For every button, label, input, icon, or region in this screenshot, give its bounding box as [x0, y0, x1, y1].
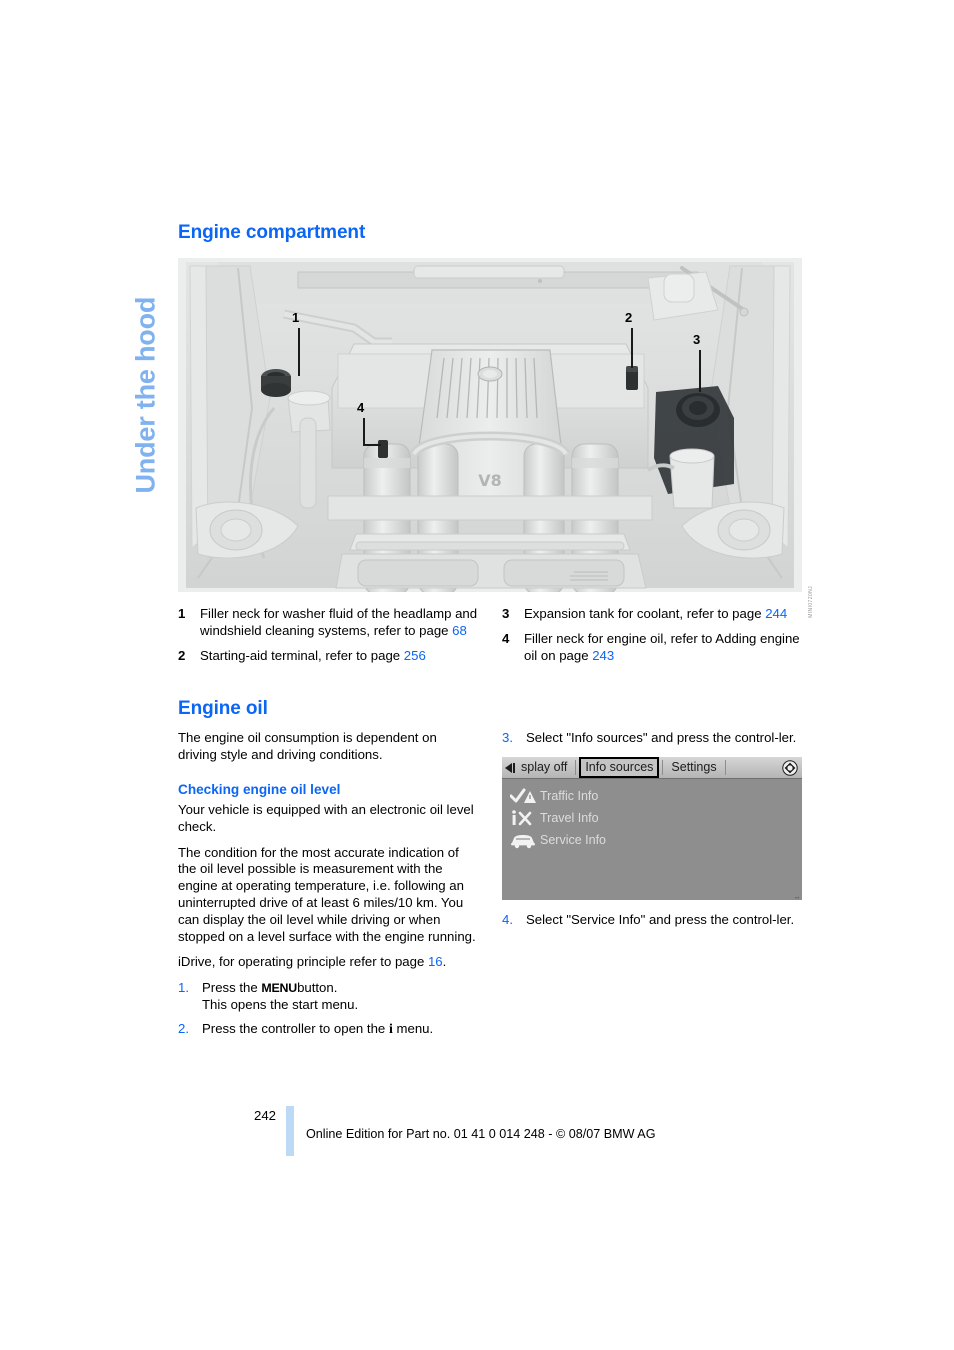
idrive-entry-label: Travel Info	[540, 811, 599, 826]
legend-item-number: 1	[178, 606, 186, 621]
step-number: 4.	[502, 912, 513, 928]
engine-compartment-image: V8	[178, 258, 802, 592]
page-reference-link[interactable]: 243	[592, 648, 614, 663]
checking-oil-level-title: Checking engine oil level	[178, 781, 341, 797]
engine-oil-intro: The engine oil consumption is dependent …	[178, 730, 437, 763]
page-reference-link[interactable]: 68	[452, 623, 467, 638]
legend-item: 3 Expansion tank for coolant, refer to p…	[502, 606, 802, 623]
page-title: Engine compartment	[178, 222, 366, 243]
checking-oil-paragraph-1: Your vehicle is equipped with an electro…	[178, 801, 474, 834]
step-text-after: button.	[297, 980, 338, 996]
idrive-entry-label: Service Info	[540, 833, 607, 848]
svg-text:V8: V8	[478, 471, 502, 490]
callout-3-leader	[699, 350, 701, 392]
manual-page: Under the hood Engine compartment V8 1 2…	[0, 0, 954, 1350]
legend-item: 4 Filler neck for engine oil, refer to A…	[502, 631, 802, 665]
body-column-left: The engine oil consumption is dependent …	[178, 730, 478, 1045]
info-glyph-icon: i	[388, 1021, 393, 1037]
page-footer: 242 Online Edition for Part no. 01 41 0 …	[178, 1106, 802, 1158]
callout-4-leader	[363, 418, 365, 446]
figure-reference-code: MINI0720NJ	[808, 586, 814, 618]
step-text-before: Press the controller to open the	[202, 1020, 389, 1036]
callout-1-leader	[298, 328, 300, 376]
legend-item-number: 3	[502, 606, 510, 621]
idrive-note: iDrive, for operating principle refer to…	[178, 954, 478, 971]
idrive-entry-list: Traffic Info Travel Info Service Info	[502, 779, 802, 851]
chapter-tab-label: Under the hood	[130, 296, 161, 494]
step-text: Press the MENUbutton. This opens the star…	[202, 980, 478, 1014]
legend-item-number: 4	[502, 630, 510, 646]
callout-4-leader-h	[363, 444, 381, 446]
tab-separator	[662, 760, 664, 776]
idrive-screenshot: splay off Info sources Settings Traffic …	[502, 757, 802, 901]
step-number: 2.	[178, 1020, 189, 1036]
page-reference-link[interactable]: 244	[765, 606, 787, 621]
traffic-info-icon	[510, 787, 540, 805]
body-column-right: 3. Select "Info sources" and press the c…	[502, 730, 802, 1045]
tab-separator	[575, 760, 577, 776]
engine-compartment-figure: V8 1 2 3 4 MINI0720NJ	[178, 258, 814, 618]
callout-3-number: 3	[693, 332, 701, 347]
page-reference-link[interactable]: 16	[428, 954, 443, 969]
step-text: Press the controller to open the i menu.	[202, 1021, 478, 1039]
callout-4-number: 4	[357, 400, 365, 415]
service-info-icon	[510, 831, 540, 849]
travel-info-icon	[510, 809, 540, 827]
step-text-line2: This opens the start menu.	[202, 996, 359, 1012]
idrive-tab-settings[interactable]: Settings	[666, 759, 721, 776]
checking-oil-paragraph-2: The condition for the most accurate indi…	[178, 844, 476, 944]
idrive-entry-service-info[interactable]: Service Info	[510, 829, 802, 851]
footer-accent-bar	[286, 1106, 294, 1156]
legend-item: 1 Filler neck for washer fluid of the he…	[178, 606, 478, 640]
body-columns: The engine oil consumption is dependent …	[178, 730, 802, 1045]
legend-item-number: 2	[178, 647, 186, 663]
idrive-menu-bar: splay off Info sources Settings	[502, 757, 802, 780]
legend-item-body: Filler neck for washer fluid of the head…	[200, 606, 478, 638]
idrive-tab-info-sources[interactable]: Info sources	[579, 757, 660, 779]
footer-copyright-text: Online Edition for Part no. 01 41 0 014 …	[306, 1127, 656, 1141]
callout-2-number: 2	[625, 310, 633, 325]
step-number: 1.	[178, 980, 189, 996]
idrive-note-period: .	[442, 954, 447, 970]
controller-diamond-icon[interactable]	[781, 759, 799, 777]
callout-2-leader	[631, 328, 633, 368]
back-arrow-icon[interactable]	[505, 762, 512, 773]
step-number: 3.	[502, 730, 513, 746]
engine-oil-title: Engine oil	[178, 698, 268, 720]
page-content: Engine compartment V8 1 2 3 4 MINI0720NJ…	[178, 222, 814, 1046]
step-text: Select "Service Info" and press the cont…	[526, 912, 795, 928]
page-number: 242	[254, 1108, 277, 1123]
step-item: 1. Press the MENUbutton. This opens the s…	[178, 980, 478, 1014]
step-item: 2. Press the controller to open the i me…	[178, 1021, 478, 1039]
legend-item-body: Filler neck for engine oil, refer to Add…	[524, 630, 800, 663]
step-item: 3. Select "Info sources" and press the c…	[502, 730, 802, 747]
idrive-reference-code: EB29SC10M01	[795, 896, 801, 900]
callout-1-number: 1	[292, 310, 300, 325]
legend-column-left: 1 Filler neck for washer fluid of the he…	[178, 606, 478, 672]
idrive-entry-label: Traffic Info	[540, 789, 599, 804]
menu-button-glyph: MENU	[261, 981, 298, 996]
legend-item-text: Expansion tank for coolant, refer to pag…	[524, 606, 802, 623]
legend-column-right: 3 Expansion tank for coolant, refer to p…	[502, 606, 802, 672]
step-item: 4. Select "Service Info" and press the c…	[502, 912, 802, 929]
legend-item-body: Starting-aid terminal, refer to page	[200, 647, 404, 663]
legend-item-body: Expansion tank for coolant, refer to pag…	[524, 606, 766, 621]
legend-item-text: Starting-aid terminal, refer to page 256	[200, 648, 478, 665]
step-text: Select "Info sources" and press the cont…	[526, 730, 797, 746]
page-reference-link[interactable]: 256	[404, 648, 426, 663]
legend-item: 2 Starting-aid terminal, refer to page 2…	[178, 648, 478, 665]
back-arrow-bar-icon	[513, 762, 515, 773]
step-text-before: Press the	[202, 980, 262, 996]
step-text-after: menu.	[396, 1020, 434, 1036]
idrive-note-text: iDrive, for operating principle refer to…	[178, 954, 428, 970]
figure-legend: 1 Filler neck for washer fluid of the he…	[178, 606, 802, 672]
chapter-tab: Under the hood	[112, 218, 161, 518]
idrive-entry-travel-info[interactable]: Travel Info	[510, 807, 802, 829]
legend-item-text: Filler neck for washer fluid of the head…	[200, 606, 478, 640]
idrive-tab-display-off[interactable]: splay off	[519, 759, 572, 776]
idrive-entry-traffic-info[interactable]: Traffic Info	[510, 785, 802, 807]
legend-item-text: Filler neck for engine oil, refer to Add…	[524, 631, 802, 665]
tab-separator	[724, 760, 726, 776]
